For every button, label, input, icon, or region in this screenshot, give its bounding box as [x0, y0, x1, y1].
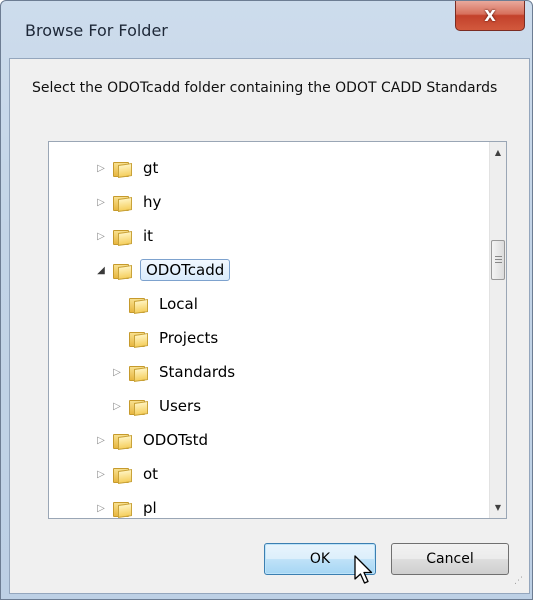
- tree-node-label: Users: [159, 397, 202, 415]
- scroll-thumb[interactable]: [491, 240, 505, 280]
- expander-placeholder: [109, 296, 125, 312]
- expand-arrow-icon[interactable]: ▷: [93, 432, 109, 448]
- expand-arrow-icon[interactable]: ▷: [93, 228, 109, 244]
- grip-line: [495, 259, 502, 260]
- vertical-scrollbar[interactable]: ▲ ▼: [489, 142, 506, 518]
- tree-node[interactable]: ▷ Standards: [109, 357, 238, 387]
- browse-folder-dialog: Browse For Folder X Select the ODOTcadd …: [0, 0, 533, 600]
- tree-node-label: ODOTcadd: [140, 259, 231, 281]
- tree-node-label: it: [143, 227, 154, 245]
- cancel-button[interactable]: Cancel: [391, 543, 509, 575]
- instruction-text: Select the ODOTcadd folder containing th…: [32, 80, 498, 96]
- scroll-up-arrow-icon[interactable]: ▲: [490, 144, 506, 161]
- folder-icon: [113, 500, 133, 518]
- folder-icon: [113, 432, 133, 450]
- folder-tree[interactable]: ▷ gt ▷ hy ▷ it ◢ ODOTcadd Local Projects ▷ Standard…: [48, 141, 507, 519]
- window-title: Browse For Folder: [25, 21, 168, 40]
- tree-node[interactable]: Local: [109, 289, 201, 319]
- tree-node[interactable]: ◢ ODOTcadd: [93, 255, 231, 285]
- close-button[interactable]: X: [455, 1, 525, 31]
- tree-node[interactable]: ▷ Users: [109, 391, 204, 421]
- collapse-arrow-icon[interactable]: ◢: [93, 262, 109, 278]
- tree-node-label: ODOTstd: [143, 431, 209, 449]
- tree-node-label: Projects: [159, 329, 219, 347]
- tree-node[interactable]: ▷ ot: [93, 459, 161, 489]
- tree-node-label: hy: [143, 193, 162, 211]
- tree-node-label: ot: [143, 465, 159, 483]
- expand-arrow-icon[interactable]: ▷: [109, 398, 125, 414]
- folder-icon: [129, 330, 149, 348]
- scroll-down-arrow-icon[interactable]: ▼: [490, 499, 506, 516]
- tree-node[interactable]: ▷ it: [93, 221, 156, 251]
- grip-line: [495, 262, 502, 263]
- tree-node[interactable]: ▷ gt: [93, 153, 161, 183]
- expand-arrow-icon[interactable]: ▷: [109, 364, 125, 380]
- title-bar[interactable]: Browse For Folder X: [1, 1, 532, 59]
- tree-node[interactable]: ▷ ODOTstd: [93, 425, 211, 455]
- folder-icon: [113, 194, 133, 212]
- close-icon: X: [484, 6, 496, 25]
- folder-icon: [129, 364, 149, 382]
- expand-arrow-icon[interactable]: ▷: [93, 466, 109, 482]
- folder-icon: [113, 228, 133, 246]
- folder-icon: [113, 160, 133, 178]
- expander-placeholder: [109, 330, 125, 346]
- tree-node[interactable]: Projects: [109, 323, 221, 353]
- grip-line: [495, 256, 502, 257]
- folder-icon: [129, 398, 149, 416]
- expand-arrow-icon[interactable]: ▷: [93, 194, 109, 210]
- expand-arrow-icon[interactable]: ▷: [93, 160, 109, 176]
- tree-node[interactable]: ▷ pl: [93, 493, 160, 518]
- folder-icon: [113, 262, 133, 280]
- expand-arrow-icon[interactable]: ▷: [93, 500, 109, 516]
- tree-node-label: pl: [143, 499, 157, 517]
- tree-node-label: Standards: [159, 363, 236, 381]
- folder-icon: [129, 296, 149, 314]
- tree-node[interactable]: ▷ hy: [93, 187, 164, 217]
- resize-grip-icon[interactable]: ⋰: [514, 577, 526, 590]
- dialog-body: Select the ODOTcadd folder containing th…: [9, 58, 530, 594]
- tree-node-label: gt: [143, 159, 159, 177]
- folder-icon: [113, 466, 133, 484]
- tree-node-label: Local: [159, 295, 198, 313]
- mouse-pointer-icon: [354, 555, 373, 584]
